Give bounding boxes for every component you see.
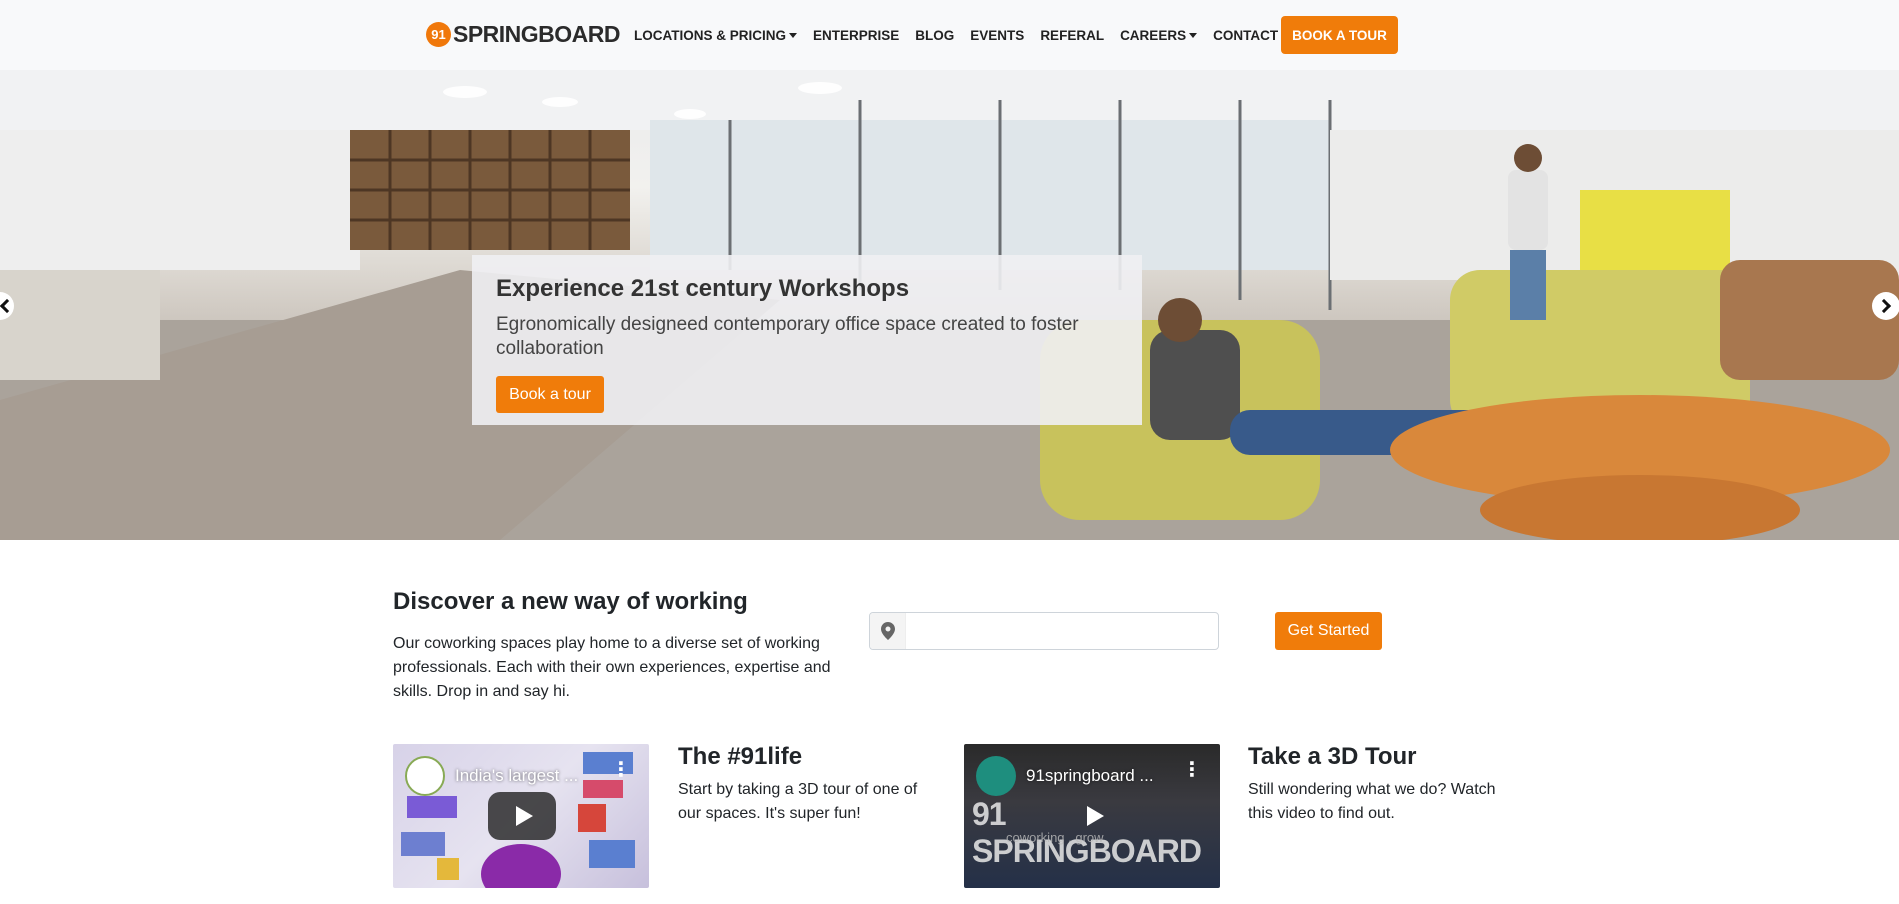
hero-caption: Experience 21st century Workshops Egrono…: [472, 255, 1142, 425]
nav-label: ENTERPRISE: [813, 27, 900, 43]
navbar: 91 SPRINGBOARD LOCATIONS & PRICING ENTER…: [0, 0, 1899, 70]
location-input[interactable]: [906, 614, 1218, 648]
play-button[interactable]: [488, 792, 556, 840]
play-icon: [515, 806, 533, 826]
location-addon: [870, 613, 906, 649]
caret-down-icon: [789, 32, 798, 38]
discover-text: Our coworking spaces play home to a dive…: [393, 635, 831, 700]
hero-book-tour-button[interactable]: Book a tour: [496, 376, 604, 413]
nav-contact[interactable]: CONTACT: [1213, 27, 1290, 43]
play-button[interactable]: [1059, 792, 1127, 840]
nav-label: BLOG: [915, 27, 955, 43]
more-options-icon[interactable]: ⋮: [611, 760, 631, 780]
nav-referal[interactable]: REFERAL: [1040, 28, 1104, 43]
get-started-button[interactable]: Get Started: [1275, 612, 1382, 650]
more-options-icon[interactable]: ⋮: [1182, 760, 1202, 780]
video-player-3d-tour[interactable]: 91 SPRINGBOARD coworking . grow 91spring…: [964, 744, 1220, 888]
play-icon: [1086, 806, 1104, 826]
hero-subtitle: Egronomically designeed contemporary off…: [496, 314, 1079, 359]
brand-logo[interactable]: 91 SPRINGBOARD: [426, 20, 621, 48]
nav-label: CONTACT: [1213, 27, 1279, 43]
location-search-field: [869, 612, 1219, 650]
nav-blog[interactable]: BLOG: [915, 28, 954, 43]
nav-label: CAREERS: [1120, 27, 1187, 43]
map-marker-icon: [880, 622, 895, 640]
caret-down-icon: [1189, 32, 1198, 38]
nav-events[interactable]: EVENTS: [970, 28, 1024, 43]
section-91life-title: The #91life: [678, 743, 803, 770]
video-title: 91springboard ...: [1026, 766, 1154, 785]
nav-locations-pricing[interactable]: LOCATIONS & PRICING: [634, 27, 798, 43]
nav-enterprise[interactable]: ENTERPRISE: [813, 28, 899, 43]
section-3d-tour-text: Still wondering what we do? Watch this v…: [1248, 781, 1496, 822]
nav-label: LOCATIONS & PRICING: [634, 27, 787, 43]
hero-title: Experience 21st century Workshops: [496, 275, 910, 302]
section-3d-tour-title: Take a 3D Tour: [1248, 743, 1417, 770]
nav-links: LOCATIONS & PRICING ENTERPRISE BLOG EVEN…: [634, 0, 1305, 70]
logo-text: SPRINGBOARD: [453, 20, 621, 47]
nav-label: EVENTS: [970, 27, 1025, 43]
nav-careers[interactable]: CAREERS: [1120, 27, 1198, 43]
channel-avatar: [405, 756, 445, 796]
nav-label: REFERAL: [1040, 27, 1105, 43]
discover-title: Discover a new way of working: [393, 588, 748, 615]
channel-avatar: [976, 756, 1016, 796]
chevron-left-icon: [0, 298, 15, 314]
logo-badge: 91: [426, 21, 451, 47]
video-title: India's largest ...: [455, 766, 579, 785]
video-player-91life[interactable]: India's largest ... ⋮: [393, 744, 649, 888]
carousel-next-button[interactable]: [1872, 292, 1899, 320]
hero-carousel: Experience 21st century Workshops Egrono…: [0, 70, 1899, 540]
book-a-tour-button[interactable]: BOOK A TOUR: [1281, 16, 1398, 54]
chevron-right-icon: [1876, 298, 1892, 314]
section-91life-text: Start by taking a 3D tour of one of our …: [678, 781, 918, 822]
